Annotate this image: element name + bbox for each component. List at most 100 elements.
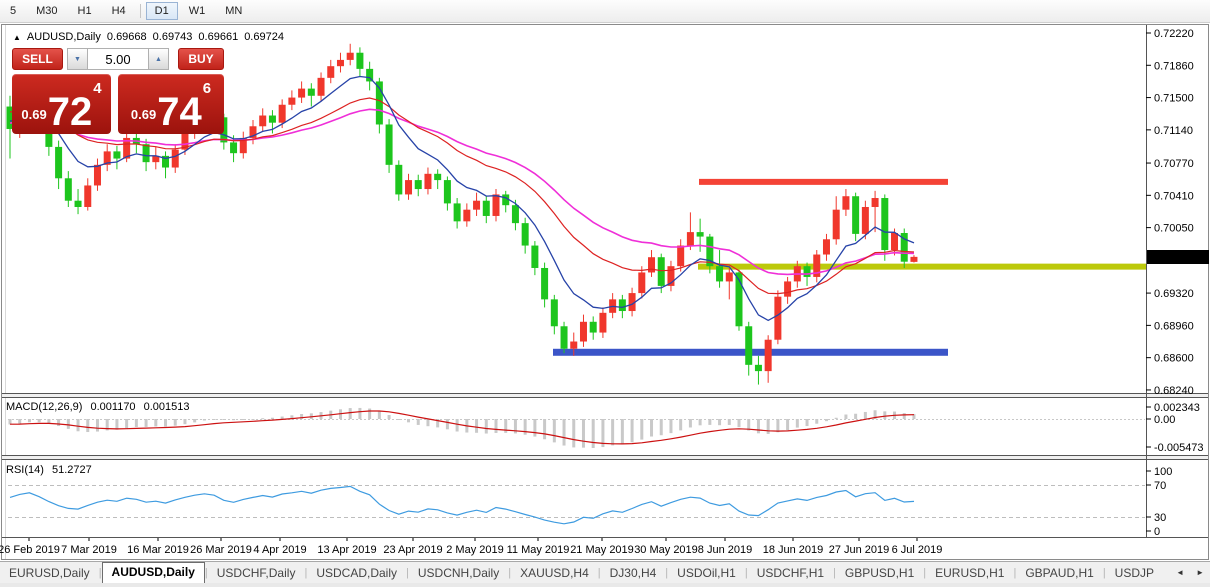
macd-histogram-bar (18, 419, 21, 424)
tab-eurusd-daily[interactable]: EURUSD,Daily (0, 564, 99, 583)
macd-histogram-bar (397, 419, 400, 420)
candle-body (580, 322, 587, 342)
timeframe-button-MN[interactable]: MN (216, 2, 251, 20)
candle-body (745, 326, 752, 365)
macd-histogram-bar (222, 419, 225, 420)
candle-body (852, 196, 859, 234)
buy-price-box[interactable]: 0.69 74 6 (118, 74, 224, 134)
toolbar-separator (140, 4, 141, 18)
chevron-down-icon: ▼ (74, 56, 81, 63)
candle-body (697, 232, 704, 236)
macd-histogram-bar (67, 419, 70, 429)
tab-usdchf-h1[interactable]: USDCHF,H1 (748, 564, 833, 583)
candle-body (473, 201, 480, 210)
candle-body (230, 142, 237, 153)
collapse-triangle-icon[interactable]: ▲ (13, 33, 21, 42)
tab-eurusd-h1[interactable]: EURUSD,H1 (926, 564, 1013, 583)
volume-input[interactable]: 5.00 (88, 48, 148, 70)
rsi-indicator-label: RSI(14) 51.2727 (6, 464, 97, 476)
rsi-line (10, 486, 914, 523)
price-axis-label: 0.68960 (1154, 320, 1194, 332)
macd-histogram-bar (524, 419, 527, 435)
candle-body (269, 116, 276, 123)
candle-body (308, 89, 315, 96)
candle-body (347, 53, 354, 60)
candle-body (444, 180, 451, 203)
macd-histogram-bar (407, 419, 410, 422)
candle-body (434, 174, 441, 180)
tab-gbpusd-h1[interactable]: GBPUSD,H1 (836, 564, 923, 583)
tab-usdchf-daily[interactable]: USDCHF,Daily (208, 564, 305, 583)
candle-body (337, 60, 344, 66)
date-axis-label: 2 May 2019 (446, 544, 503, 556)
macd-histogram-bar (28, 419, 31, 422)
rsi-pane (8, 486, 1145, 524)
tab-usdcnh-daily[interactable]: USDCNH,Daily (409, 564, 508, 583)
tab-dj30-h4[interactable]: DJ30,H4 (601, 564, 666, 583)
candle-body (658, 257, 665, 286)
macd-histogram-bar (815, 419, 818, 424)
macd-pane (8, 408, 1145, 448)
rsi-axis-label: 0 (1154, 526, 1160, 538)
timeframe-button-5[interactable]: 5 (1, 2, 25, 20)
tab-usdcad-daily[interactable]: USDCAD,Daily (307, 564, 406, 583)
macd-histogram-bar (786, 419, 789, 430)
tab-xauusd-h4[interactable]: XAUUSD,H4 (511, 564, 598, 583)
resistance-line[interactable] (699, 179, 948, 185)
buy-button[interactable]: BUY (178, 48, 224, 70)
macd-histogram-bar (864, 412, 867, 419)
price-axis-label: 0.71140 (1154, 125, 1193, 137)
tab-scroll-left-button[interactable]: ◄ (1170, 568, 1190, 577)
candle-body (677, 246, 684, 267)
macd-histogram-bar (96, 419, 99, 432)
timeframe-button-H4[interactable]: H4 (103, 2, 135, 20)
price-axis-label: 0.72220 (1154, 28, 1194, 40)
macd-histogram-bar (592, 419, 595, 448)
candle-body (55, 147, 62, 178)
sell-price-big: 72 (48, 95, 93, 129)
macd-histogram-bar (145, 419, 148, 427)
macd-histogram-bar (767, 419, 770, 434)
candle-body (541, 268, 548, 299)
macd-histogram-bar (796, 419, 799, 428)
tab-scroll-right-button[interactable]: ► (1190, 568, 1210, 577)
volume-decrease-button[interactable]: ▼ (67, 48, 88, 70)
macd-histogram-bar (135, 419, 138, 427)
macd-histogram-bar (621, 419, 624, 444)
sell-price-pip: 4 (93, 80, 101, 97)
macd-histogram-bar (125, 419, 128, 428)
candle-body (493, 194, 500, 216)
buy-price-prefix: 0.69 (131, 107, 156, 122)
candle-body (512, 205, 519, 223)
candle-body (143, 144, 150, 162)
macd-histogram-bar (349, 408, 352, 419)
sell-price-box[interactable]: 0.69 72 4 (12, 74, 111, 134)
candle-body (784, 281, 791, 296)
candle-body (356, 53, 363, 69)
candle-body (84, 185, 91, 207)
timeframe-button-W1[interactable]: W1 (180, 2, 215, 20)
timeframe-button-M30[interactable]: M30 (27, 2, 66, 20)
price-axis-label: 0.71500 (1154, 93, 1194, 105)
sell-button[interactable]: SELL (12, 48, 63, 70)
price-axis-label: 0.70770 (1154, 158, 1194, 170)
neckline-line[interactable] (698, 264, 1146, 270)
macd-main-value: 0.001170 (90, 401, 135, 413)
candle-body (599, 313, 606, 333)
macd-axis-label: -0.005473 (1154, 442, 1204, 454)
price-axis-label: 0.69320 (1154, 288, 1194, 300)
tab-usdoil-h1[interactable]: USDOil,H1 (668, 564, 745, 583)
timeframe-button-D1[interactable]: D1 (146, 2, 178, 20)
tab-usdjp[interactable]: USDJP (1106, 564, 1163, 583)
timeframe-button-H1[interactable]: H1 (69, 2, 101, 20)
chevron-up-icon: ▲ (155, 56, 162, 63)
candle-body (395, 165, 402, 195)
candle-body (65, 178, 72, 200)
macd-histogram-bar (164, 419, 167, 427)
volume-increase-button[interactable]: ▲ (148, 48, 169, 70)
macd-histogram-bar (835, 418, 838, 419)
tab-gbpaud-h1[interactable]: GBPAUD,H1 (1016, 564, 1102, 583)
candle-body (424, 174, 431, 189)
tab-audusd-daily[interactable]: AUDUSD,Daily (102, 562, 205, 584)
macd-histogram-bar (757, 419, 760, 433)
